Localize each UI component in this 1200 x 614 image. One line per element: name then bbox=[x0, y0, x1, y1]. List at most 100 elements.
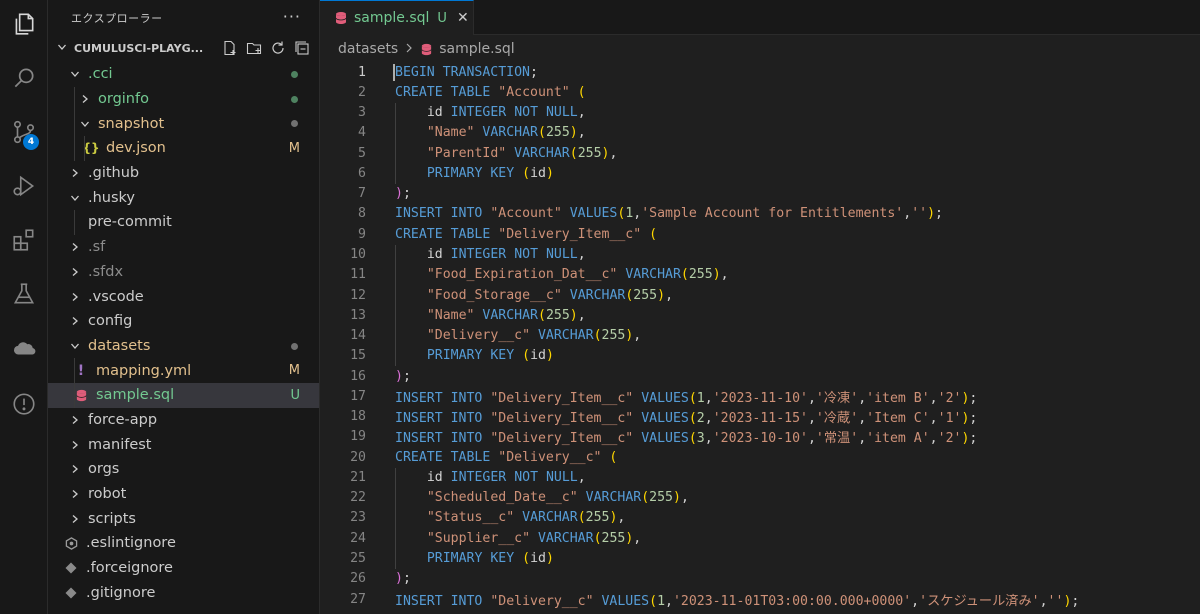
tree-item-label: orgs bbox=[88, 461, 120, 478]
tree-file[interactable]: .forceignore bbox=[48, 556, 319, 581]
code-text: "Scheduled_Date__c" VARCHAR(255), bbox=[426, 490, 689, 506]
code-line: 5 "ParentId" VARCHAR(255), bbox=[320, 143, 1200, 163]
code-line: 21 id INTEGER NOT NULL, bbox=[320, 467, 1200, 487]
code-editor[interactable]: 1 BEGIN TRANSACTION; 2 CREATE TABLE "Accoun… bbox=[320, 62, 1200, 609]
chevron-right-icon bbox=[68, 168, 82, 178]
testing-activity[interactable] bbox=[0, 270, 48, 318]
explorer-activity[interactable] bbox=[0, 0, 48, 48]
tree-file[interactable]: sample.sql U bbox=[48, 382, 319, 408]
code-line: 17 INSERT INTO "Delivery_Item__c" VALUES(… bbox=[320, 386, 1200, 406]
eslint-icon bbox=[64, 537, 78, 550]
tree-file[interactable]: .gitignore bbox=[48, 580, 319, 605]
code-line: 12 "Food_Storage__c" VARCHAR(255), bbox=[320, 285, 1200, 305]
code-text: INSERT INTO "Account" VALUES(1,'Sample A… bbox=[395, 206, 943, 222]
new-folder-icon bbox=[246, 42, 262, 55]
tree-folder[interactable]: .github bbox=[48, 161, 319, 186]
editor-area: sample.sql U ✕ datasets sample.sql 1 BEGI… bbox=[320, 0, 1200, 614]
line-number: 21 bbox=[350, 469, 366, 485]
code-line: 9 CREATE TABLE "Delivery_Item__c" ( bbox=[320, 224, 1200, 244]
git-status-badge: M bbox=[288, 140, 300, 156]
new-file-button[interactable] bbox=[221, 39, 239, 57]
more-actions-button[interactable]: ··· bbox=[283, 7, 301, 26]
tree-item-label: dev.json bbox=[106, 140, 166, 157]
chevron-right-icon bbox=[68, 464, 82, 474]
code-text: "Supplier__c" VARCHAR(255), bbox=[426, 530, 642, 546]
new-folder-button[interactable] bbox=[245, 39, 263, 57]
indent-guide bbox=[395, 467, 396, 569]
workspace-header[interactable]: CUMULUSCI-PLAYG... bbox=[48, 35, 319, 61]
collapse-all-button[interactable] bbox=[293, 39, 311, 57]
breadcrumb-file[interactable]: sample.sql bbox=[439, 41, 514, 57]
tree-file[interactable]: {} dev.json M bbox=[48, 136, 319, 161]
tree-folder[interactable]: .sfdx bbox=[48, 260, 319, 285]
tree-file[interactable]: .eslintignore bbox=[48, 531, 319, 556]
code-text: ); bbox=[395, 368, 411, 384]
tree-file[interactable]: pre-commit bbox=[48, 210, 319, 235]
code-line: 25 PRIMARY KEY (id) bbox=[320, 548, 1200, 568]
chevron-right-icon bbox=[68, 316, 82, 326]
tree-file[interactable]: ! mapping.yml M bbox=[48, 358, 319, 383]
refresh-icon bbox=[272, 41, 284, 54]
git-status-badge: M bbox=[288, 363, 300, 379]
tree-folder[interactable]: force-app bbox=[48, 408, 319, 433]
file-tree: .cci orginfo snapshot {} dev.json M .github .hu… bbox=[48, 62, 319, 605]
indent-guide bbox=[74, 358, 75, 408]
run-debug-activity[interactable] bbox=[0, 162, 48, 210]
line-number: 2 bbox=[358, 84, 366, 100]
chevron-down-icon bbox=[68, 193, 82, 203]
tree-item-label: datasets bbox=[88, 337, 151, 354]
tree-item-label: config bbox=[88, 313, 133, 330]
line-number: 26 bbox=[350, 571, 366, 587]
code-line: 15 PRIMARY KEY (id) bbox=[320, 346, 1200, 366]
tree-item-label: orginfo bbox=[98, 91, 149, 108]
tree-folder[interactable]: manifest bbox=[48, 432, 319, 457]
chevron-right-icon bbox=[68, 489, 82, 499]
refresh-button[interactable] bbox=[269, 39, 287, 57]
tree-folder[interactable]: orgs bbox=[48, 457, 319, 482]
salesforce-activity[interactable] bbox=[0, 324, 48, 372]
indent-guide bbox=[74, 86, 75, 161]
line-number: 14 bbox=[350, 328, 366, 344]
line-number: 3 bbox=[358, 105, 366, 121]
tree-item-label: robot bbox=[88, 486, 127, 503]
code-line: 3 id INTEGER NOT NULL, bbox=[320, 103, 1200, 123]
line-number: 11 bbox=[350, 267, 366, 283]
tree-folder[interactable]: orginfo bbox=[48, 87, 319, 112]
tree-folder[interactable]: .vscode bbox=[48, 284, 319, 309]
tree-folder[interactable]: scripts bbox=[48, 506, 319, 531]
tab-close-button[interactable]: ✕ bbox=[457, 10, 469, 26]
line-number: 1 bbox=[358, 64, 366, 80]
code-text: "Food_Storage__c" VARCHAR(255), bbox=[426, 287, 674, 303]
tab-sample-sql[interactable]: sample.sql U ✕ bbox=[320, 0, 474, 35]
tree-item-label: sample.sql bbox=[96, 387, 175, 404]
flask-icon bbox=[13, 283, 35, 304]
code-text: "Delivery__c" VARCHAR(255), bbox=[426, 328, 642, 344]
code-line: 16); bbox=[320, 366, 1200, 386]
code-text: ); bbox=[395, 571, 411, 587]
chevron-down-icon bbox=[68, 341, 82, 351]
problems-activity[interactable] bbox=[0, 380, 48, 428]
code-line: 27 INSERT INTO "Delivery__c" VALUES(1,'20… bbox=[320, 589, 1200, 609]
code-text: PRIMARY KEY (id) bbox=[426, 348, 554, 364]
code-line: 24 "Supplier__c" VARCHAR(255), bbox=[320, 528, 1200, 548]
source-control-activity[interactable] bbox=[0, 108, 48, 156]
tree-folder[interactable]: .husky bbox=[48, 185, 319, 210]
tree-folder[interactable]: robot bbox=[48, 482, 319, 507]
code-text: INSERT INTO "Delivery_Item__c" VALUES(3,… bbox=[395, 431, 978, 447]
line-number: 24 bbox=[350, 530, 366, 546]
tree-folder[interactable]: datasets bbox=[48, 334, 319, 359]
tree-item-label: .vscode bbox=[88, 288, 144, 305]
code-line: 10 id INTEGER NOT NULL, bbox=[320, 244, 1200, 264]
breadcrumb-folder[interactable]: datasets bbox=[338, 41, 398, 57]
tree-folder[interactable]: snapshot bbox=[48, 111, 319, 136]
tree-item-label: pre-commit bbox=[88, 214, 172, 231]
tree-folder[interactable]: .sf bbox=[48, 235, 319, 260]
tree-folder[interactable]: config bbox=[48, 309, 319, 334]
search-activity[interactable] bbox=[0, 54, 48, 102]
tree-folder[interactable]: .cci bbox=[48, 62, 319, 87]
chevron-right-icon bbox=[68, 440, 82, 450]
chevron-right-icon bbox=[68, 242, 82, 252]
extensions-activity[interactable] bbox=[0, 216, 48, 264]
tree-item-label: .sfdx bbox=[88, 263, 124, 280]
database-icon bbox=[335, 12, 347, 24]
